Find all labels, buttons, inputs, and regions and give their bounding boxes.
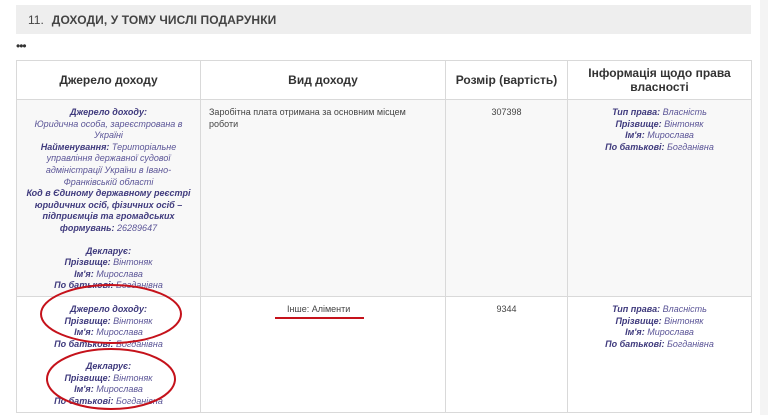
name-label: Найменування: bbox=[40, 141, 110, 152]
patronymic-label: По батькові: bbox=[605, 338, 665, 349]
patronymic-value: Богданівна bbox=[667, 141, 714, 152]
header-source: Джерело доходу bbox=[16, 60, 201, 100]
header-kind: Вид доходу bbox=[200, 60, 446, 100]
firstname-label: Ім'я: bbox=[625, 327, 645, 338]
surname-label: Прізвище: bbox=[64, 257, 111, 268]
firstname-value: Мирослава bbox=[647, 327, 694, 338]
ownership-cell: Тип права: Власність Прізвище: Вінтоняк … bbox=[567, 99, 752, 297]
right-label: Тип права: bbox=[612, 303, 661, 314]
scrollbar[interactable] bbox=[760, 0, 768, 415]
patronymic-label: По батькові: bbox=[54, 280, 114, 291]
table-header-row: Джерело доходу Вид доходу Розмір (вартіс… bbox=[16, 60, 752, 100]
patronymic-value: Богданівна bbox=[116, 396, 163, 407]
patronymic-value: Богданівна bbox=[667, 338, 714, 349]
surname-value: Вінтоняк bbox=[113, 315, 153, 326]
source-cell: Джерело доходу: Юридична особа, зареєстр… bbox=[16, 99, 201, 297]
kind-cell: Інше: Аліменти bbox=[200, 295, 446, 413]
firstname-label: Ім'я: bbox=[74, 384, 94, 395]
firstname-label: Ім'я: bbox=[74, 327, 94, 338]
surname-label: Прізвище: bbox=[64, 372, 111, 383]
red-underline-annotation bbox=[275, 316, 365, 319]
declarant-label: Декларує: bbox=[85, 245, 132, 256]
surname-value: Вінтоняк bbox=[664, 118, 704, 129]
section-title: ДОХОДИ, У ТОМУ ЧИСЛІ ПОДАРУНКИ bbox=[51, 12, 277, 27]
entity-type: Юридична особа, зареєстрована в Україні bbox=[34, 118, 183, 141]
source-label: Джерело доходу: bbox=[70, 303, 147, 314]
surname-value: Вінтоняк bbox=[664, 315, 704, 326]
right-value: Власність bbox=[662, 303, 707, 314]
source-cell: Джерело доходу: Прізвище: Вінтоняк Ім'я:… bbox=[16, 295, 201, 413]
surname-value: Вінтоняк bbox=[113, 257, 153, 268]
firstname-value: Мирослава bbox=[96, 384, 143, 395]
firstname-value: Мирослава bbox=[647, 130, 694, 141]
table-row: Джерело доходу: Прізвище: Вінтоняк Ім'я:… bbox=[16, 295, 752, 413]
header-ownership: Інформація щодо права власності bbox=[567, 60, 752, 100]
section-header: 11. ДОХОДИ, У ТОМУ ЧИСЛІ ПОДАРУНКИ bbox=[16, 5, 751, 34]
code-label: Код в Єдиному державному реєстрі юридичн… bbox=[26, 188, 191, 233]
income-table: Джерело доходу Вид доходу Розмір (вартіс… bbox=[16, 60, 752, 413]
amount-cell: 307398 bbox=[445, 99, 568, 297]
declarant-label: Декларує: bbox=[85, 361, 132, 372]
table-row: Джерело доходу: Юридична особа, зареєстр… bbox=[16, 99, 752, 297]
patronymic-value: Богданівна bbox=[116, 280, 163, 291]
kind-value-underlined: Інше: Аліменти bbox=[275, 303, 365, 319]
kind-cell: Заробітна плата отримана за основним міс… bbox=[200, 99, 446, 297]
surname-label: Прізвище: bbox=[64, 315, 111, 326]
surname-label: Прізвище: bbox=[615, 118, 662, 129]
entity-code: 26289647 bbox=[117, 222, 158, 233]
patronymic-label: По батькові: bbox=[54, 338, 114, 349]
patronymic-label: По батькові: bbox=[54, 396, 114, 407]
header-amount: Розмір (вартість) bbox=[445, 60, 568, 100]
surname-value: Вінтоняк bbox=[113, 372, 153, 383]
ownership-cell: Тип права: Власність Прізвище: Вінтоняк … bbox=[567, 295, 752, 413]
firstname-value: Мирослава bbox=[96, 268, 143, 279]
kind-value: Інше: Аліменти bbox=[287, 303, 351, 314]
surname-label: Прізвище: bbox=[615, 315, 662, 326]
section-number: 11. bbox=[28, 12, 44, 27]
firstname-label: Ім'я: bbox=[625, 130, 645, 141]
right-label: Тип права: bbox=[612, 107, 661, 117]
patronymic-value: Богданівна bbox=[116, 338, 163, 349]
amount-cell: 9344 bbox=[445, 295, 568, 413]
firstname-value: Мирослава bbox=[96, 327, 143, 338]
firstname-label: Ім'я: bbox=[74, 268, 94, 279]
more-ellipsis[interactable]: ••• bbox=[16, 40, 27, 52]
patronymic-label: По батькові: bbox=[605, 141, 665, 152]
source-label: Джерело доходу: bbox=[70, 107, 147, 117]
right-value: Власність bbox=[662, 107, 707, 117]
